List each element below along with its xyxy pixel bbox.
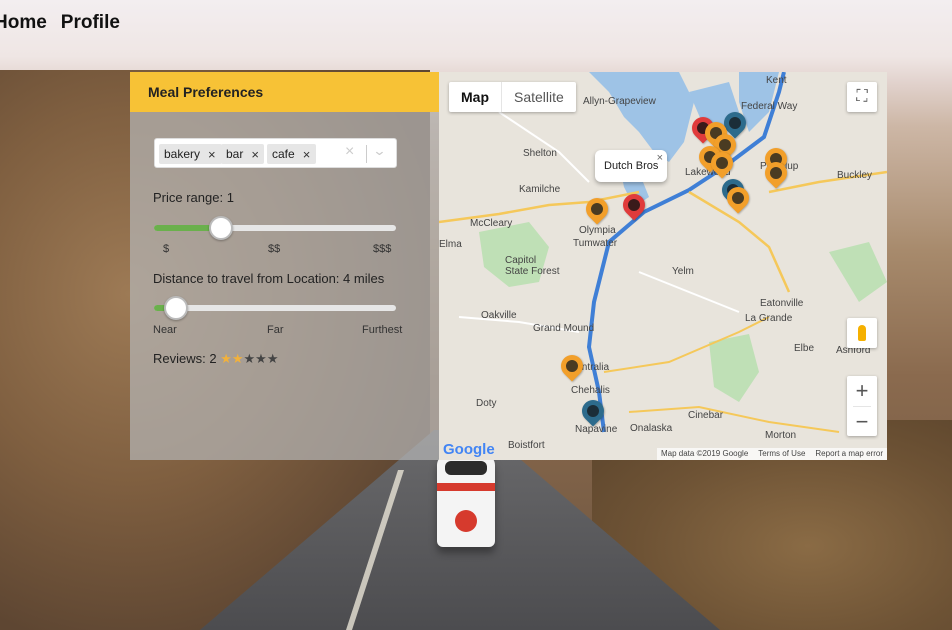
distance-tick: Far	[267, 324, 284, 336]
meal-type-multiselect[interactable]: bakery × bar × cafe × × ⌄	[154, 138, 397, 168]
place-label: Olympia	[579, 225, 616, 236]
place-label: Yelm	[672, 266, 694, 277]
star-icon[interactable]: ★	[220, 351, 232, 366]
map-info-window: Dutch Bros ×	[595, 150, 667, 182]
place-label: McCleary	[470, 218, 513, 229]
star-icon[interactable]: ★	[244, 351, 256, 366]
close-icon[interactable]: ×	[657, 152, 663, 164]
place-label: Oakville	[481, 310, 517, 321]
price-tick: $	[163, 243, 170, 255]
place-label: Onalaska	[630, 423, 673, 434]
nav-home-link[interactable]: Home	[0, 12, 47, 36]
place-label: Tumwater	[573, 238, 618, 249]
place-label: Elma	[439, 239, 462, 250]
place-label: Buckley	[837, 170, 873, 181]
distance-tick: Near	[153, 324, 177, 336]
chip-label: cafe	[272, 147, 295, 161]
chevron-down-icon[interactable]: ⌄	[372, 143, 386, 159]
chip-remove-icon[interactable]: ×	[251, 147, 259, 162]
place-label: Capitol State Forest	[505, 255, 560, 277]
distance-label: Distance to travel from Location: 4 mile…	[153, 271, 385, 286]
chip-remove-icon[interactable]: ×	[303, 147, 311, 162]
chip-label: bar	[226, 147, 244, 161]
place-label: Boistfort	[508, 440, 545, 451]
report-error-link[interactable]: Report a map error	[815, 448, 883, 460]
place-label: Kent	[766, 75, 787, 86]
place-label: Chehalis	[571, 385, 610, 396]
chip-label: bakery	[164, 147, 201, 161]
meal-preferences-panel: Meal Preferences bakery × bar × cafe × ×…	[130, 72, 439, 460]
place-label: Allyn-Grapeview	[583, 96, 656, 107]
map-data-text: Map data ©2019 Google	[660, 449, 749, 458]
price-range-handle[interactable]	[209, 216, 233, 240]
chip-remove-icon[interactable]: ×	[208, 147, 216, 162]
star-icon[interactable]: ★	[267, 351, 279, 366]
price-range-label: Price range: 1	[153, 190, 234, 205]
place-label: Kamilche	[519, 184, 561, 195]
chip-bakery: bakery ×	[159, 144, 222, 164]
map-type-control: Map Satellite	[449, 82, 576, 112]
reviews-rating: Reviews: 2 ★★★★★	[153, 351, 278, 367]
zoom-in-button[interactable]: +	[847, 376, 877, 406]
fullscreen-icon[interactable]: ⛶	[847, 82, 877, 112]
place-label: Shelton	[523, 148, 557, 159]
price-range-slider[interactable]	[154, 225, 396, 231]
distance-slider[interactable]	[154, 305, 396, 311]
distance-tick: Furthest	[362, 324, 403, 336]
nav-profile-link[interactable]: Profile	[61, 12, 120, 36]
place-label: Federal Way	[741, 101, 798, 112]
star-icon[interactable]: ★	[255, 351, 267, 366]
clear-icon[interactable]: ×	[345, 143, 354, 161]
info-window-title: Dutch Bros	[604, 160, 659, 172]
price-tick: $$	[268, 243, 281, 255]
place-label: Cinebar	[688, 410, 724, 421]
place-label: Grand Mound	[533, 323, 595, 334]
zoom-control: + −	[847, 376, 877, 436]
place-label: Napavine	[575, 424, 618, 435]
background-van	[437, 455, 495, 547]
place-label: La Grande	[745, 313, 793, 324]
panel-title: Meal Preferences	[130, 72, 439, 112]
price-tick: $$$	[373, 243, 392, 255]
place-label: Morton	[765, 430, 797, 441]
map-attribution: Map data ©2019 Google Terms of Use Repor…	[656, 448, 887, 460]
map-tab-map[interactable]: Map	[449, 82, 501, 112]
chip-cafe: cafe ×	[267, 144, 316, 164]
zoom-out-button[interactable]: −	[847, 407, 877, 437]
reviews-label: Reviews: 2	[153, 351, 217, 366]
top-nav: Home Profile	[0, 12, 120, 36]
street-view-pegman-icon[interactable]	[847, 318, 877, 348]
star-icon[interactable]: ★	[232, 351, 244, 366]
map-tab-satellite[interactable]: Satellite	[501, 82, 576, 112]
place-label: Doty	[476, 398, 497, 409]
place-label: Elbe	[794, 343, 815, 354]
select-separator	[366, 145, 367, 163]
terms-link[interactable]: Terms of Use	[758, 448, 805, 460]
map-view[interactable]: Map Satellite ⛶ Kent Federal Way Allyn-G…	[439, 72, 887, 460]
distance-handle[interactable]	[164, 296, 188, 320]
chip-bar: bar ×	[221, 144, 264, 164]
google-logo: Google	[443, 441, 495, 458]
place-label: Eatonville	[760, 298, 804, 309]
